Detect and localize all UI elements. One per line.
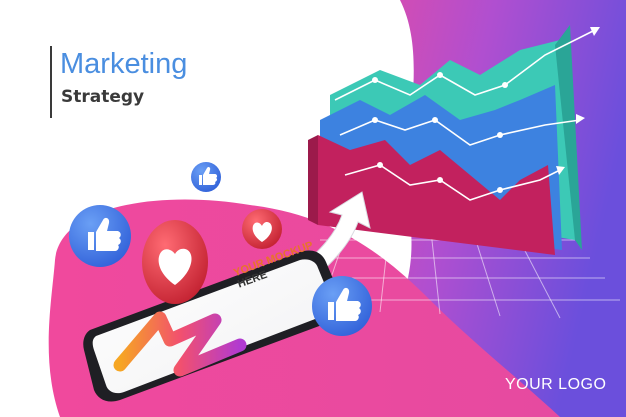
brand-logo-text: YOUR LOGO: [505, 376, 607, 393]
page-title: Marketing: [60, 48, 188, 80]
marketing-illustration: Marketing Strategy YOUR MOCKUP HERE YOUR…: [0, 0, 626, 417]
title-accent-bar: [50, 46, 52, 118]
like-bubble-right: [312, 276, 372, 336]
heart-bubble-small: [242, 209, 282, 249]
like-bubble-small: [191, 162, 221, 192]
page-subtitle: Strategy: [61, 87, 145, 107]
like-bubble-large: [69, 205, 131, 267]
heart-bubble-large: [142, 220, 208, 304]
